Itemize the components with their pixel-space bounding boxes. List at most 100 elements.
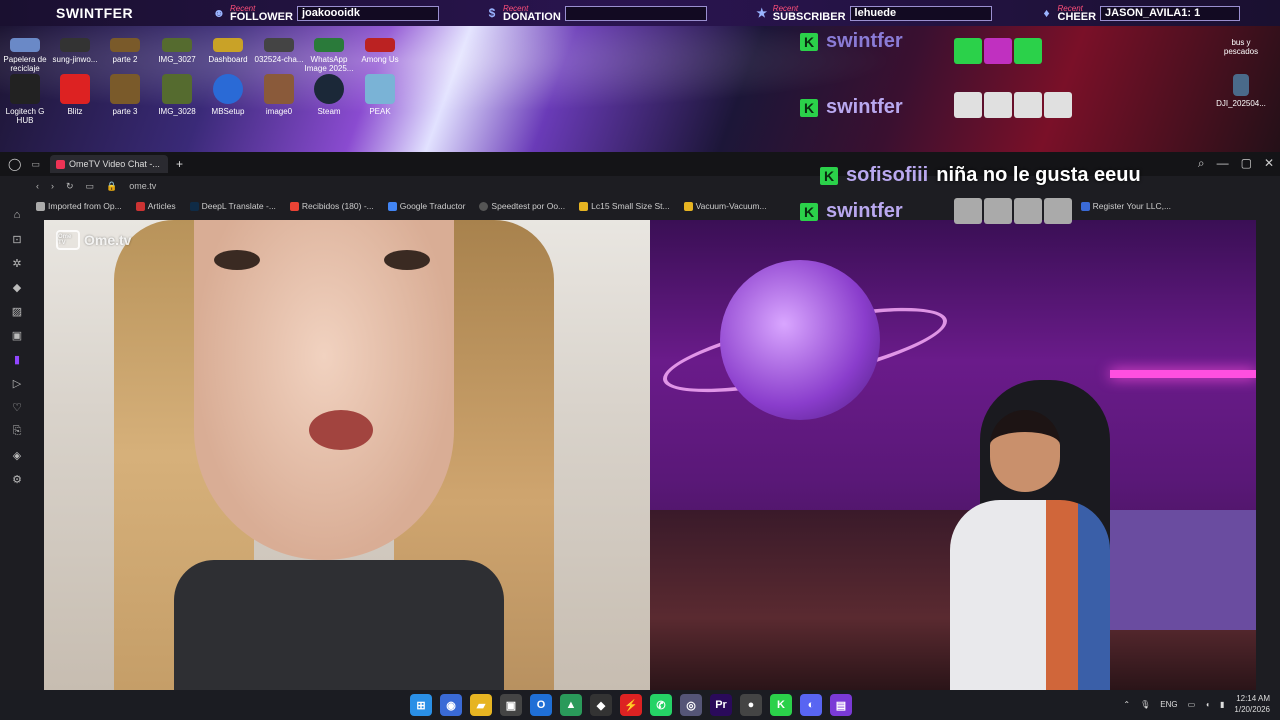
chat-message: K sofisofiii niña no le gusta eeuu xyxy=(820,164,1141,187)
bookmark-item[interactable]: Articles xyxy=(135,201,176,211)
desktop-icon-image-icon xyxy=(162,38,192,52)
desktop-icon-image-icon xyxy=(213,38,243,52)
folder-icon xyxy=(36,201,45,211)
maximize-button[interactable]: ▢ xyxy=(1241,156,1252,171)
url-field[interactable]: ome.tv xyxy=(129,181,156,191)
app-icon[interactable]: ▲ xyxy=(560,694,582,716)
stream-icon[interactable]: ▤ xyxy=(830,694,852,716)
bookmark-item[interactable]: Speedtest por Oo... xyxy=(479,201,565,211)
play-icon[interactable]: ▷ xyxy=(10,376,24,390)
monitor-icon[interactable]: ▭ xyxy=(1188,700,1196,709)
dog-emote-icon xyxy=(954,198,982,224)
heart-emotes xyxy=(954,38,1042,64)
clock-date: 1/20/2026 xyxy=(1234,705,1270,714)
bookmark-icon[interactable]: ⎘ xyxy=(10,424,24,438)
file-explorer-icon[interactable]: ▰ xyxy=(470,694,492,716)
streamer-brand: SWINTFER xyxy=(56,5,134,21)
whatsapp-icon[interactable]: ✆ xyxy=(650,694,672,716)
desktop-icon-mbsetup[interactable]: MBSetup xyxy=(203,74,253,116)
cube-icon[interactable]: ▣ xyxy=(10,328,24,342)
donation-value xyxy=(564,5,707,21)
outlook-icon[interactable]: O xyxy=(530,694,552,716)
lock-icon: 🔒 xyxy=(106,180,118,191)
opera-icon[interactable]: ◯ xyxy=(8,157,21,171)
desktop-icon-image-icon xyxy=(60,38,90,52)
scrollbar[interactable] xyxy=(1266,220,1276,690)
reload-icon[interactable]: ↻ xyxy=(66,181,74,192)
new-tab-button[interactable]: + xyxy=(176,157,183,171)
premiere-icon[interactable]: Pr xyxy=(710,694,732,716)
obs-icon[interactable]: ● xyxy=(740,694,762,716)
tab-title: OmeTV Video Chat -... xyxy=(68,159,160,169)
desktop-icon-blitz[interactable]: Blitz xyxy=(50,74,100,116)
desktop-icon-logitech[interactable]: Logitech G HUB xyxy=(0,74,50,125)
browser-icon[interactable]: ◉ xyxy=(440,694,462,716)
articles-icon xyxy=(135,201,145,211)
kick-icon[interactable]: K xyxy=(770,694,792,716)
gmail-icon xyxy=(289,201,299,211)
volume-icon[interactable]: ◖ xyxy=(1205,700,1210,709)
home-icon[interactable]: ⌂ xyxy=(10,208,24,222)
minimize-button[interactable]: — xyxy=(1217,156,1229,171)
steam-icon xyxy=(314,74,344,104)
clock-time: 12:14 AM xyxy=(1236,694,1270,703)
camera-icon[interactable]: ▭ xyxy=(86,181,95,192)
aria-icon[interactable]: ◆ xyxy=(10,280,24,294)
chat-username: swintfer xyxy=(826,96,903,118)
desktop-icon-steam[interactable]: Steam xyxy=(304,74,354,116)
desktop-icon-image-icon xyxy=(264,38,294,52)
bookmark-item[interactable]: Lc15 Small Size St... xyxy=(579,201,670,211)
desktop-icons: Papelera de reciclaje sung-jinwo... part… xyxy=(0,26,420,152)
bookmark-item[interactable]: DeepL Translate -... xyxy=(189,201,276,211)
desktop-icon-file[interactable]: parte 3 xyxy=(100,74,150,116)
desktop-icon-video[interactable]: DJI_202504... xyxy=(1216,74,1266,108)
language-indicator[interactable]: ENG xyxy=(1160,700,1177,709)
desktop-icon-file[interactable]: parte 2 xyxy=(100,38,150,64)
twitch-icon[interactable]: ▮ xyxy=(10,352,24,366)
chatgpt-icon[interactable]: ✲ xyxy=(10,256,24,270)
desktop-icon-peak[interactable]: PEAK xyxy=(355,74,405,116)
desktop-icon-folder[interactable]: bus y pescados xyxy=(1216,38,1266,56)
bookmark-item[interactable]: Imported from Op... xyxy=(36,201,122,211)
store-icon[interactable]: ▣ xyxy=(500,694,522,716)
bookmark-item[interactable]: Vacuum-Vacuum... xyxy=(683,201,767,211)
start-icon[interactable]: ⊞ xyxy=(410,694,432,716)
desktop-icon-image[interactable]: WhatsApp Image 2025... xyxy=(304,38,354,73)
kick-badge-icon: K xyxy=(820,166,838,185)
browser-window: ◯ ▭ OmeTV Video Chat -... + ⌕ — ▢ ✕ ‹ › … xyxy=(0,152,1280,690)
dollar-icon: $ xyxy=(488,6,496,20)
capcut-icon[interactable]: ◆ xyxy=(590,694,612,716)
discord-icon[interactable]: ◐ xyxy=(800,694,822,716)
vpn-icon[interactable]: ◎ xyxy=(680,694,702,716)
bookmark-item[interactable]: Google Traductor xyxy=(387,201,465,211)
microphone-icon[interactable]: 🎙 xyxy=(1140,700,1150,709)
image-icon[interactable]: ▨ xyxy=(10,304,24,318)
tabs-icon[interactable]: ▭ xyxy=(31,159,40,170)
back-icon[interactable]: ‹ xyxy=(36,181,39,191)
stream-chat-overlay: K swintfer K swintfer K sofisofiii niña … xyxy=(796,26,1216,226)
desktop-icon-image[interactable]: IMG_3027 xyxy=(152,38,202,64)
desktop-icon-recycle-bin[interactable]: Papelera de reciclaje xyxy=(0,38,50,73)
desktop-icon-dashboard[interactable]: Dashboard xyxy=(203,38,253,64)
blitz-icon[interactable]: ⚡ xyxy=(620,694,642,716)
extensions-icon[interactable]: ◈ xyxy=(10,448,24,462)
chevron-up-icon[interactable]: ⌃ xyxy=(1123,700,1130,709)
stranger-video: Ome TV Ome.tv xyxy=(44,220,650,690)
close-button[interactable]: ✕ xyxy=(1264,156,1274,171)
battery-icon[interactable]: ▮ xyxy=(1220,700,1224,709)
dog-emote-icon xyxy=(984,198,1012,224)
settings-icon[interactable]: ⚙ xyxy=(10,472,24,486)
bookmark-item[interactable]: Recibidos (180) -... xyxy=(289,201,374,211)
desktop-icon-file[interactable]: 032524-cha... xyxy=(254,38,304,64)
desktop-icon-image[interactable]: IMG_3028 xyxy=(152,74,202,116)
gamepad-icon[interactable]: ⊡ xyxy=(10,232,24,246)
desktop-icon-among-us[interactable]: Among Us xyxy=(355,38,405,64)
desktop-icon-file[interactable]: sung-jinwo... xyxy=(50,38,100,64)
chat-username: swintfer xyxy=(826,200,903,222)
tab-ometv[interactable]: OmeTV Video Chat -... xyxy=(49,155,168,173)
forward-icon[interactable]: › xyxy=(51,181,54,191)
emote-row xyxy=(954,198,1072,224)
desktop-icon-image[interactable]: image0 xyxy=(254,74,304,116)
heart-icon[interactable]: ♡ xyxy=(10,400,24,414)
clock[interactable]: 12:14 AM 1/20/2026 xyxy=(1234,693,1270,715)
